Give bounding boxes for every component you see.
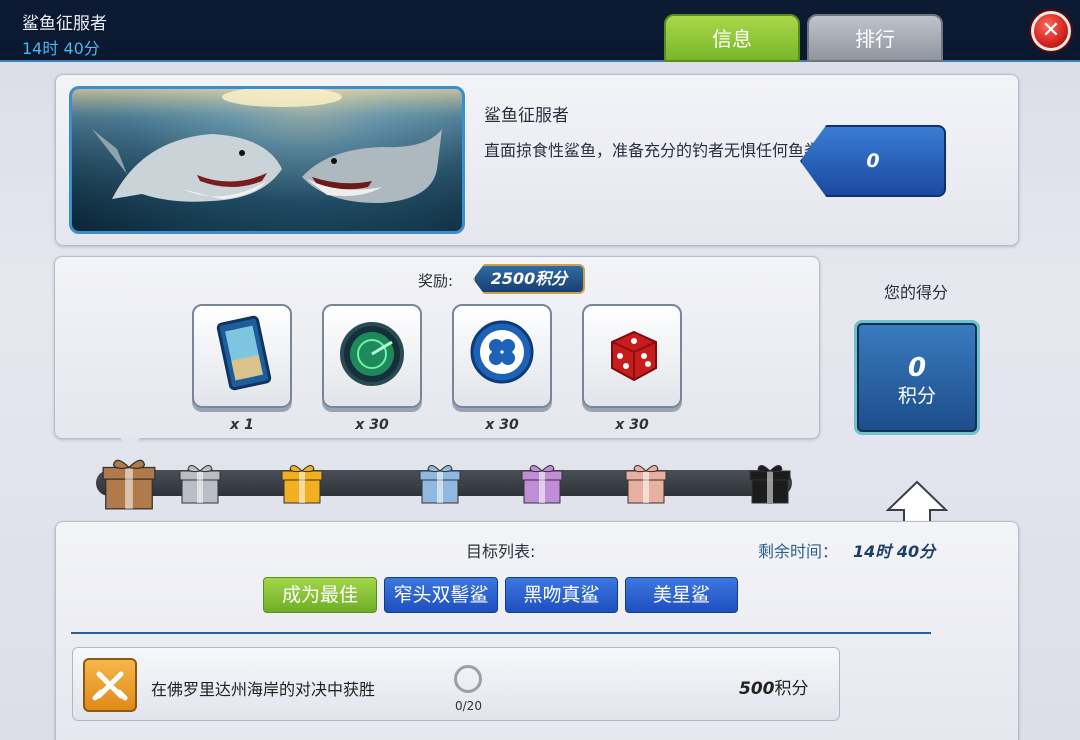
- goal-chip-blacknose[interactable]: 黑吻真鲨: [505, 577, 618, 613]
- goals-divider: [71, 632, 931, 634]
- reward-label: 奖励:: [418, 272, 454, 290]
- task-reward-unit: 积分: [774, 679, 809, 699]
- reward-item-dice[interactable]: [582, 304, 682, 408]
- your-score-unit: 积分: [897, 385, 936, 407]
- event-description: 直面掠食性鲨鱼，准备充分的钓者无惧任何鱼类！: [484, 141, 837, 160]
- tab-info[interactable]: 信息: [664, 14, 800, 62]
- task-row[interactable]: 在佛罗里达州海岸的对决中获胜 0/20 500积分: [72, 647, 840, 721]
- gift-tier-black[interactable]: [746, 459, 794, 507]
- event-title: 鲨鱼征服者: [484, 106, 569, 126]
- sonar-radar-icon: [340, 322, 404, 386]
- photo-card-icon: [216, 315, 272, 391]
- gift-icon: [102, 459, 156, 510]
- task-icon: [83, 658, 137, 712]
- reward-qty-3: x 30: [485, 417, 519, 433]
- remaining-time-value: 14时 40分: [853, 542, 936, 561]
- tab-ranking[interactable]: 排行: [807, 14, 943, 62]
- red-dice-icon: [611, 330, 657, 382]
- reward-item-photo-card[interactable]: [192, 304, 292, 408]
- goal-chip-best[interactable]: 成为最佳: [263, 577, 377, 613]
- reward-item-clover-chip[interactable]: [452, 304, 552, 408]
- task-description: 在佛罗里达州海岸的对决中获胜: [151, 680, 376, 699]
- scroll-up-arrow-icon[interactable]: [886, 480, 948, 526]
- crossed-swords-icon: [92, 671, 128, 701]
- reward-points-badge: 2500积分: [473, 264, 585, 294]
- remaining-time-label: 剩余时间：: [758, 542, 839, 561]
- task-reward: 500积分: [739, 674, 809, 699]
- reward-item-sonar[interactable]: [322, 304, 422, 408]
- task-progress-text: 0/20: [455, 699, 482, 713]
- your-score-box: 0 积分: [854, 320, 980, 435]
- reward-qty-4: x 30: [615, 417, 649, 433]
- event-timer: 14时 40分: [22, 39, 100, 58]
- gift-icon: [521, 465, 563, 504]
- close-icon: ✕: [1041, 18, 1061, 43]
- window-title: 鲨鱼征服者: [22, 14, 107, 34]
- gift-icon: [179, 465, 221, 504]
- gift-tier-rose[interactable]: [622, 459, 670, 507]
- shark-illustration: [72, 89, 462, 231]
- reward-qty-1: x 1: [230, 417, 254, 433]
- gift-tier-purple[interactable]: [518, 459, 566, 507]
- shark-banner-image: [69, 86, 465, 234]
- gift-icon: [625, 465, 667, 504]
- goals-card: 目标列表: 剩余时间： 14时 40分 成为最佳 窄头双髻鲨 黑吻真鲨 美星鲨 …: [55, 521, 1019, 740]
- gift-icon: [749, 465, 791, 504]
- gift-tier-sky[interactable]: [416, 459, 464, 507]
- reward-qty-2: x 30: [355, 417, 389, 433]
- task-progress-ring: [454, 665, 482, 693]
- tier-pointer: [120, 438, 140, 448]
- goal-chip-bonnethead[interactable]: 窄头双髻鲨: [384, 577, 498, 613]
- gift-icon: [281, 465, 323, 504]
- reward-card: 奖励: 2500积分 x 1 x 30 x 30 x 30: [54, 256, 820, 439]
- task-reward-value: 500: [739, 679, 775, 699]
- goal-chip-smoothhound[interactable]: 美星鲨: [625, 577, 738, 613]
- gift-tier-bronze[interactable]: [98, 452, 160, 514]
- your-score-value: 0: [907, 353, 927, 383]
- gift-tier-gold[interactable]: [278, 459, 326, 507]
- close-button[interactable]: ✕: [1031, 11, 1071, 51]
- task-score-badge: 0: [800, 125, 946, 197]
- clover-chip-icon: [470, 320, 534, 384]
- your-score-label: 您的得分: [884, 283, 949, 302]
- gift-tier-silver[interactable]: [176, 459, 224, 507]
- goals-label: 目标列表:: [466, 542, 536, 561]
- gift-icon: [419, 465, 461, 504]
